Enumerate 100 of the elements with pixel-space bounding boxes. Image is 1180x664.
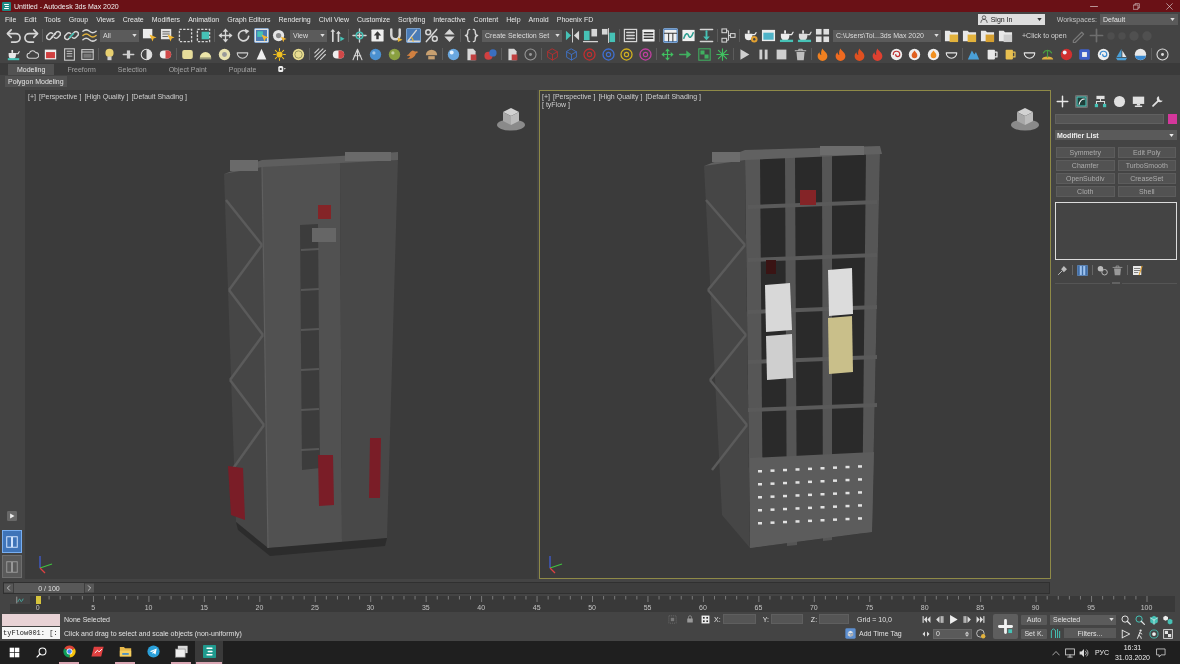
caret-icon[interactable] (1169, 132, 1174, 138)
notepad-pencil-icon[interactable] (1132, 264, 1143, 276)
spinner-arrows-icon[interactable] (442, 28, 457, 43)
folder-icon[interactable] (962, 28, 977, 43)
braces-icon[interactable] (464, 28, 479, 43)
magnifier-icon[interactable] (1121, 614, 1131, 625)
folder-icon[interactable] (998, 28, 1013, 43)
chevron-left-icon[interactable] (4, 583, 13, 593)
mug-icon[interactable] (985, 47, 999, 61)
four-squares-icon[interactable] (8, 647, 20, 658)
percent-icon[interactable] (424, 28, 439, 43)
teapot-icon[interactable] (797, 28, 812, 43)
flame-ring-icon[interactable] (926, 47, 940, 61)
dashed-rectangle-icon[interactable] (178, 28, 193, 43)
rotate-icon[interactable] (236, 28, 251, 43)
magnifier-icon[interactable] (1135, 614, 1145, 625)
pin-icon[interactable] (1057, 264, 1068, 276)
double-arrow-icon[interactable] (922, 629, 930, 638)
squares-icon[interactable] (697, 47, 711, 61)
hierarchy-icon[interactable] (1094, 95, 1107, 108)
stop-icon[interactable] (775, 47, 788, 61)
crosshair-ring-icon[interactable] (352, 28, 367, 43)
image-window-icon[interactable] (44, 47, 57, 61)
lock-icon[interactable] (686, 615, 694, 623)
monitor-icon[interactable] (1064, 647, 1075, 658)
disc-icon[interactable] (1113, 95, 1126, 108)
two-circles-icon[interactable] (1097, 264, 1108, 276)
select-cursor-icon[interactable] (142, 28, 157, 43)
mushroom-icon[interactable] (424, 47, 438, 61)
caret-icon[interactable] (1170, 16, 1175, 22)
ring-icon[interactable] (620, 47, 633, 61)
image-window-icon[interactable] (761, 28, 776, 43)
play-icon[interactable] (948, 614, 959, 625)
window-stack-icon[interactable] (174, 645, 188, 658)
maximize-icon[interactable] (1163, 628, 1173, 639)
stripes-icon[interactable] (313, 47, 327, 61)
align-icon[interactable] (601, 28, 616, 43)
slanted-tile-icon[interactable] (90, 645, 104, 658)
view-cube-icon[interactable] (497, 108, 525, 131)
taskbar-app-button[interactable] (195, 641, 223, 664)
flame-icon[interactable] (815, 47, 829, 61)
walking-figure-icon[interactable] (1135, 628, 1145, 639)
spinner-arrows-icon[interactable] (964, 630, 970, 637)
flame-icon[interactable] (852, 47, 866, 61)
panel-layout-icon[interactable] (663, 28, 678, 43)
wrench-icon[interactable] (1151, 95, 1164, 108)
folder-icon[interactable] (980, 28, 995, 43)
y-coordinate-field[interactable] (770, 614, 803, 624)
cloud-icon[interactable] (25, 47, 39, 61)
half-circle-icon[interactable] (140, 47, 153, 61)
pause-icon[interactable] (756, 47, 770, 61)
node-graph-icon[interactable] (721, 28, 736, 43)
two-bars-icon[interactable] (1077, 264, 1088, 276)
tripod-icon[interactable] (350, 47, 364, 61)
square-icon[interactable] (1078, 47, 1091, 61)
download-icon[interactable] (699, 28, 714, 43)
close-icon[interactable] (1166, 2, 1173, 10)
burst-icon[interactable] (716, 47, 729, 61)
capsule-icon[interactable] (158, 47, 172, 61)
trash-icon[interactable] (793, 47, 807, 61)
mug-icon[interactable] (1004, 47, 1017, 61)
swirl-icon[interactable] (889, 47, 903, 61)
app-icon[interactable] (2, 1, 11, 11)
sphere-icon[interactable] (446, 47, 460, 61)
caret-icon[interactable] (934, 33, 939, 38)
view-cube-icon[interactable] (1011, 108, 1039, 131)
previous-frame-icon[interactable] (935, 615, 944, 624)
trash-icon[interactable] (1112, 264, 1123, 276)
teapot-gear-icon[interactable] (743, 28, 758, 43)
curve-graph-icon[interactable] (681, 28, 696, 43)
list-cursor-icon[interactable] (160, 28, 175, 43)
time-marker[interactable] (35, 595, 41, 604)
set-key-button[interactable] (993, 614, 1018, 639)
teapot-icon[interactable] (779, 28, 794, 43)
caret-icon[interactable] (555, 33, 560, 38)
ring-icon[interactable] (217, 47, 231, 61)
cubes-icon[interactable] (1163, 614, 1173, 625)
sphere-icon[interactable] (1059, 47, 1073, 61)
wave-lines-icon[interactable] (82, 28, 97, 43)
move-arrows-icon[interactable] (218, 28, 233, 43)
window-icon[interactable] (81, 47, 94, 61)
sailboat-icon[interactable] (1115, 47, 1128, 61)
palm-island-icon[interactable] (1041, 47, 1054, 61)
caret-icon[interactable] (1109, 617, 1114, 622)
x-coordinate-field[interactable] (722, 614, 756, 624)
bird-icon[interactable] (406, 47, 419, 61)
search-icon[interactable] (36, 647, 47, 658)
ring-dot-icon[interactable] (976, 628, 986, 639)
speech-bubble-icon[interactable] (1156, 647, 1166, 658)
speaker-icon[interactable] (1078, 647, 1089, 658)
triangle-icon[interactable] (1121, 628, 1131, 639)
teapot-icon[interactable] (7, 47, 20, 61)
wave-circle-icon[interactable] (1133, 47, 1147, 61)
up-arrows-icon[interactable] (330, 28, 345, 43)
sun-icon[interactable] (273, 47, 286, 61)
mirror-icon[interactable] (565, 28, 580, 43)
dice-icon[interactable] (701, 614, 710, 624)
grid-icon[interactable] (815, 28, 830, 43)
next-frame-icon[interactable] (963, 615, 972, 624)
lightbulb-icon[interactable] (103, 47, 116, 61)
